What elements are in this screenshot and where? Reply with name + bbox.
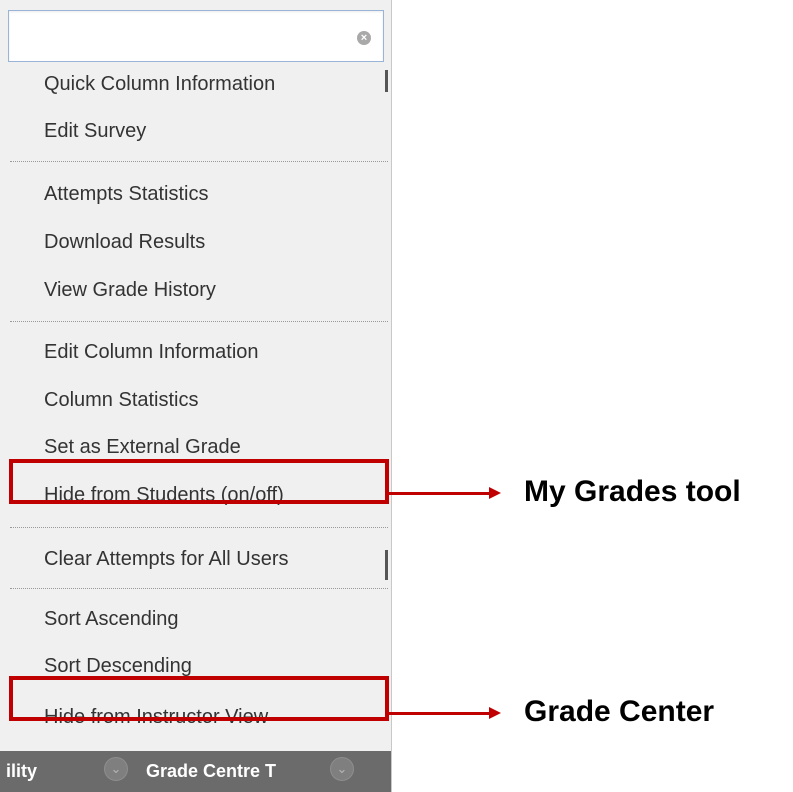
grade-center-column-header-bar: ility ⌄ Grade Centre T ⌄	[0, 751, 391, 792]
menu-separator	[10, 527, 388, 528]
menu-item-sort-ascending[interactable]: Sort Ascending	[44, 608, 179, 631]
menu-search-field[interactable]: ×	[8, 10, 384, 62]
clear-icon[interactable]: ×	[357, 31, 371, 45]
chevron-down-icon[interactable]: ⌄	[330, 757, 354, 781]
menu-separator	[10, 161, 388, 162]
menu-separator	[10, 588, 388, 589]
arrow-line	[389, 712, 491, 715]
scroll-edge	[385, 70, 391, 770]
menu-item-clear-attempts[interactable]: Clear Attempts for All Users	[44, 548, 289, 571]
highlight-box-hide-from-students	[9, 459, 389, 504]
menu-item-column-statistics[interactable]: Column Statistics	[44, 389, 199, 412]
menu-item-quick-column-information[interactable]: Quick Column Information	[44, 73, 275, 96]
menu-item-set-as-external-grade[interactable]: Set as External Grade	[44, 436, 241, 459]
menu-item-view-grade-history[interactable]: View Grade History	[44, 279, 216, 302]
highlight-box-hide-from-instructor	[9, 676, 389, 721]
context-menu-panel: × Quick Column Information Edit Survey A…	[0, 0, 392, 792]
column-header-grade-centre: Grade Centre T	[146, 761, 277, 781]
menu-item-edit-survey[interactable]: Edit Survey	[44, 120, 146, 143]
callout-my-grades-tool: My Grades tool	[524, 475, 741, 508]
arrow-head-icon	[489, 707, 501, 719]
menu-item-sort-descending[interactable]: Sort Descending	[44, 655, 192, 678]
callout-grade-center: Grade Center	[524, 695, 715, 728]
column-header-left: ility	[6, 761, 38, 781]
arrow-head-icon	[489, 487, 501, 499]
arrow-line	[389, 492, 491, 495]
menu-item-attempts-statistics[interactable]: Attempts Statistics	[44, 183, 209, 206]
menu-item-edit-column-information[interactable]: Edit Column Information	[44, 341, 259, 364]
chevron-down-icon[interactable]: ⌄	[104, 757, 128, 781]
menu-item-download-results[interactable]: Download Results	[44, 231, 205, 254]
menu-separator	[10, 321, 388, 322]
